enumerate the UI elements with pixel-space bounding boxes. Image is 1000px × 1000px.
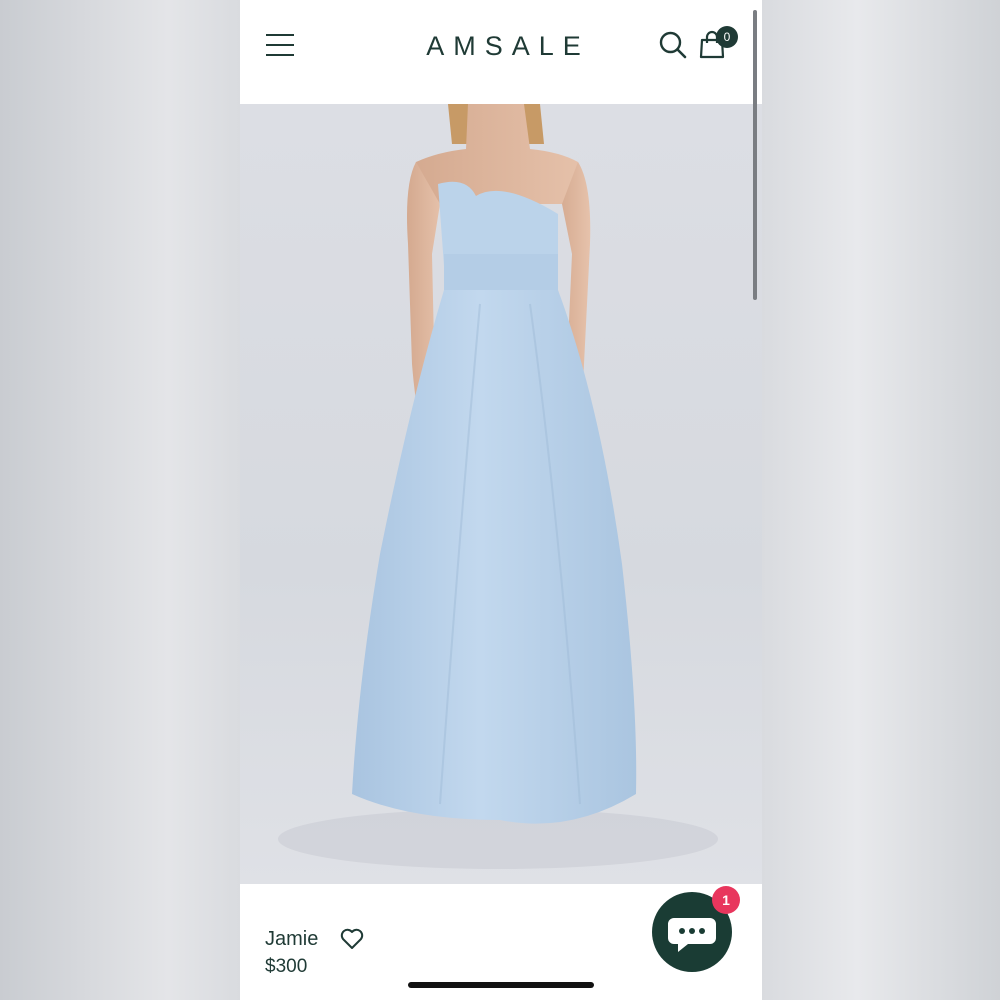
product-name[interactable]: Jamie [265, 928, 318, 951]
brand-logo[interactable]: AMSALE [418, 26, 598, 66]
hamburger-menu-icon[interactable] [266, 34, 296, 56]
home-indicator[interactable] [408, 982, 594, 988]
product-info: Jamie $300 1 [240, 884, 762, 1000]
chat-unread-badge: 1 [712, 886, 740, 914]
background-left [0, 0, 240, 1000]
scrollbar[interactable] [753, 10, 757, 300]
cart-count-badge: 0 [716, 26, 738, 48]
search-icon[interactable] [658, 30, 688, 60]
background-right [762, 0, 1000, 1000]
heart-icon[interactable] [340, 928, 364, 950]
product-price: $300 [265, 956, 308, 977]
site-header: AMSALE 0 [240, 0, 762, 104]
phone-screen: AMSALE 0 Jamie $300 1 [240, 0, 762, 1000]
product-image[interactable] [240, 104, 762, 884]
